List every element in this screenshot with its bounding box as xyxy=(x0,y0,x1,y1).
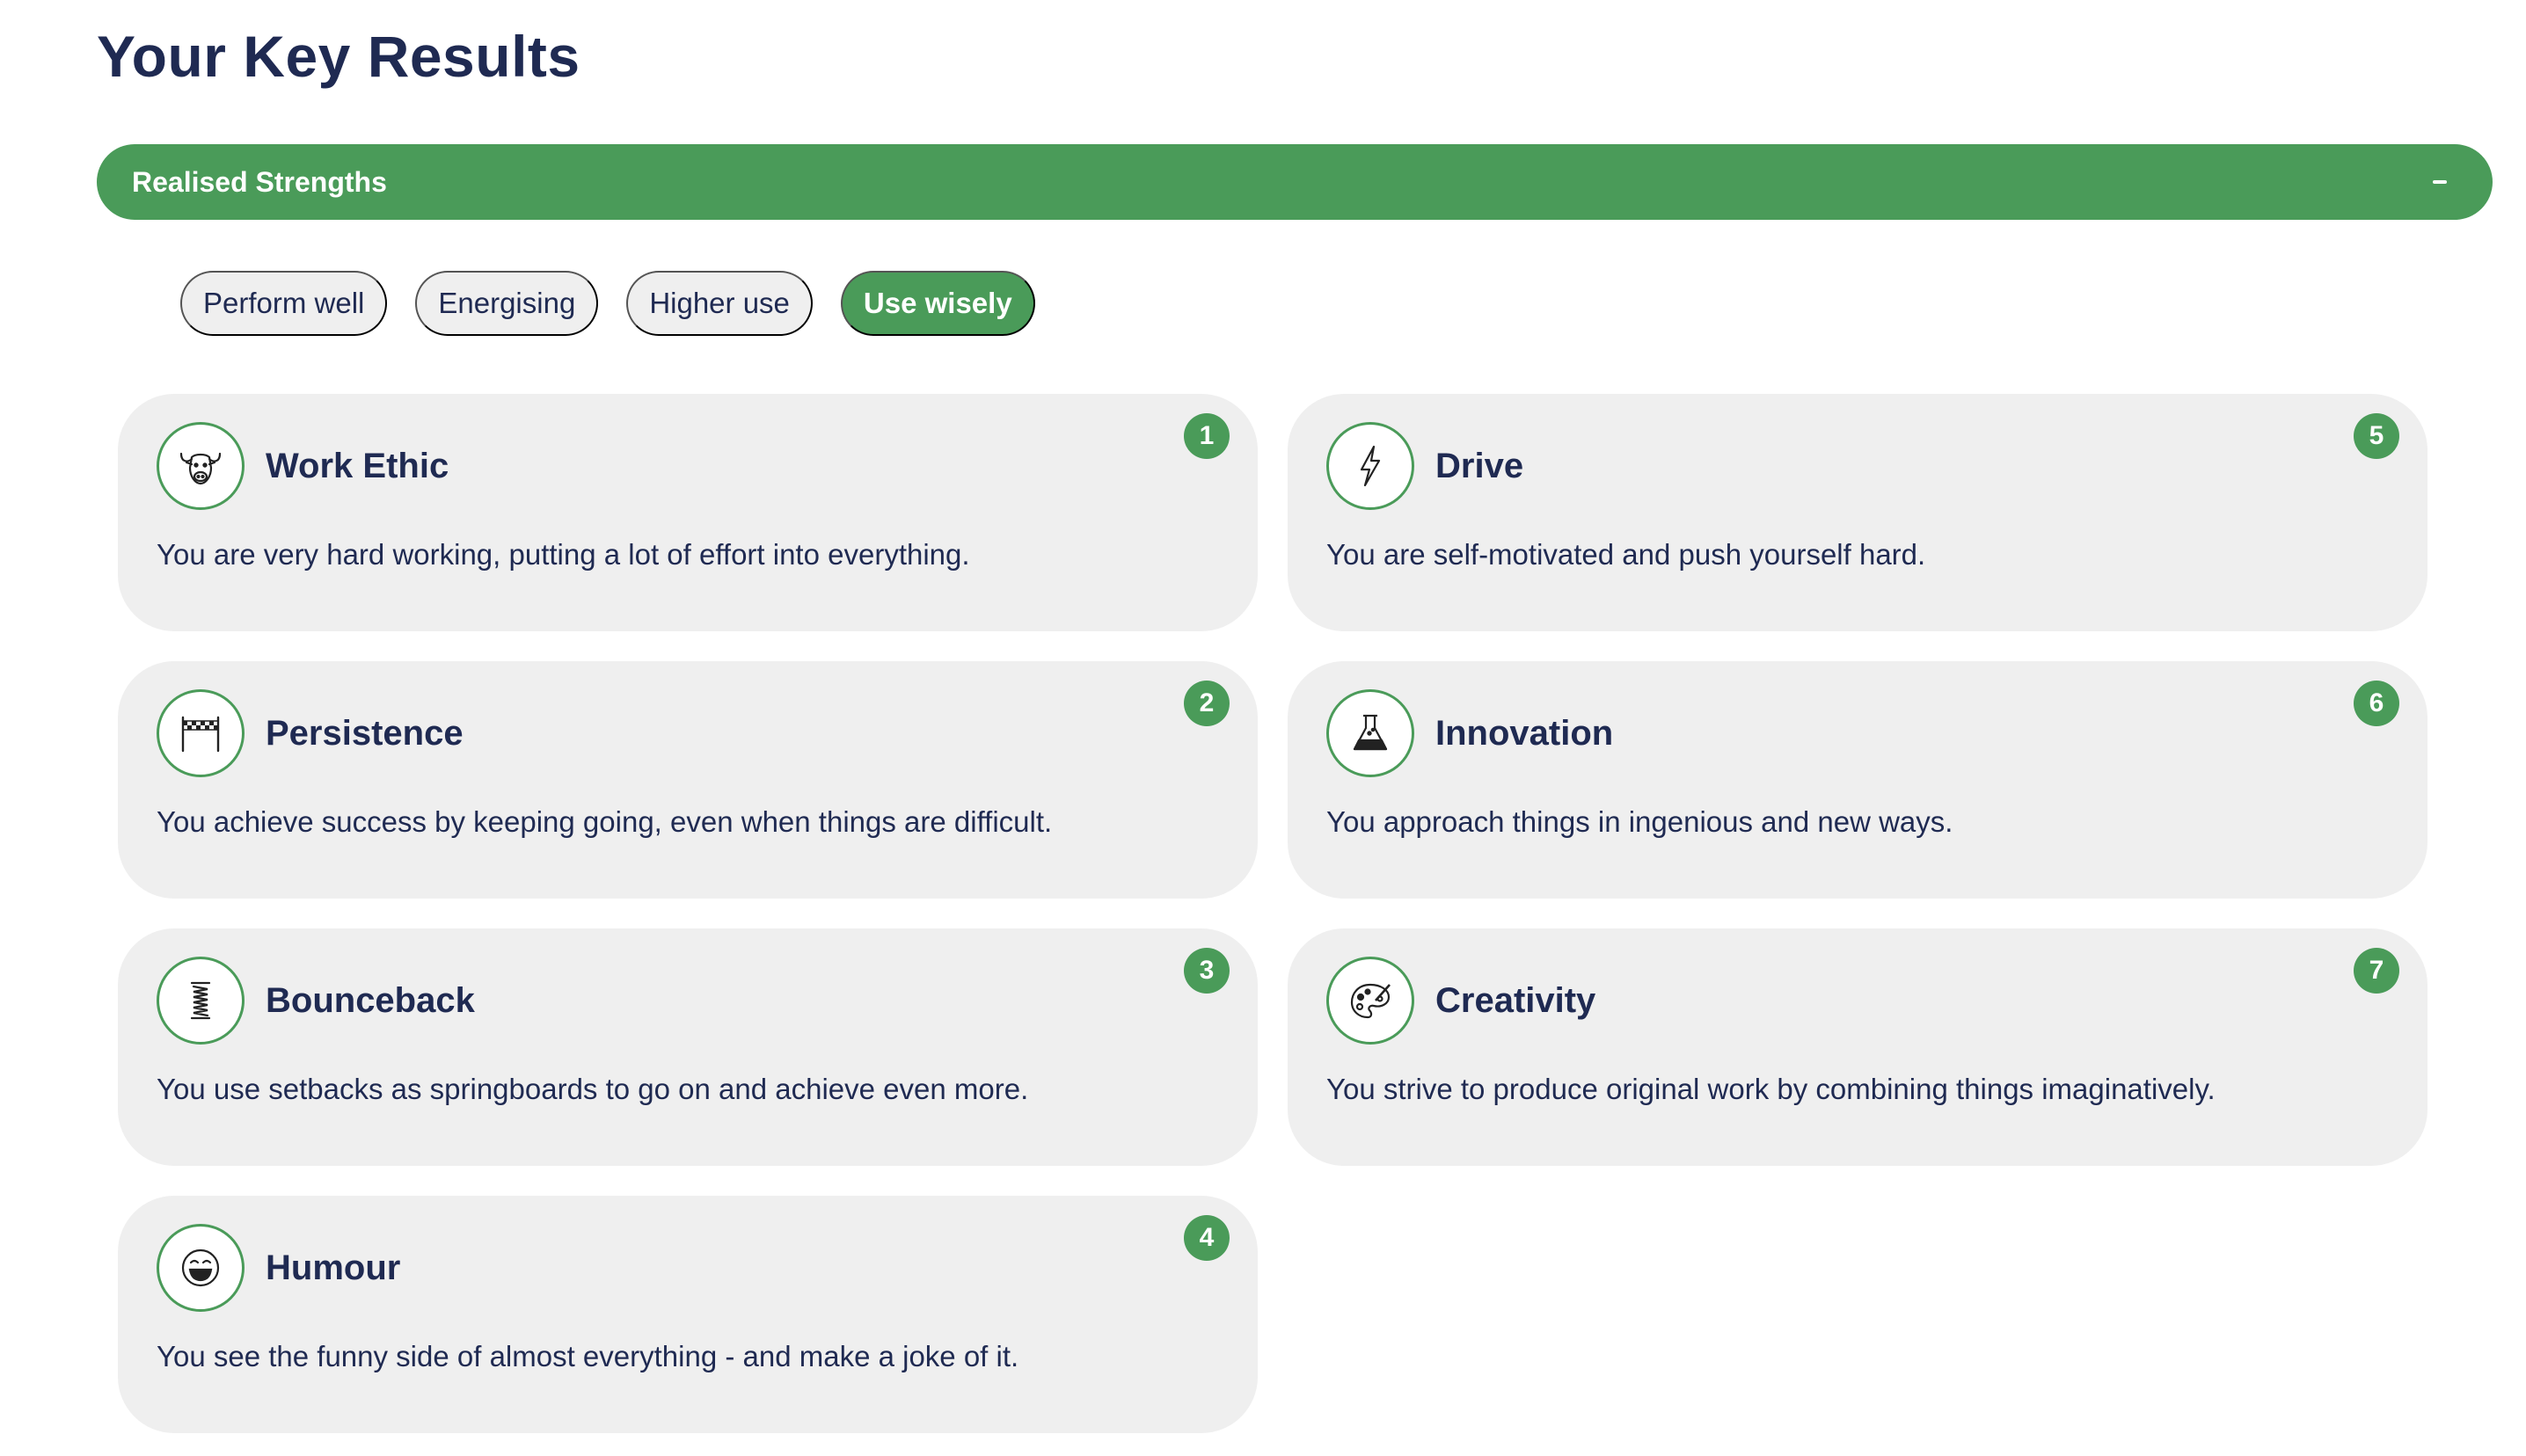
strength-card-humour[interactable]: Humour You see the funny side of almost … xyxy=(118,1196,1258,1433)
strength-title: Creativity xyxy=(1435,980,1596,1020)
strength-card-drive[interactable]: Drive You are self-motivated and push yo… xyxy=(1288,394,2427,631)
palette-icon xyxy=(1326,957,1414,1045)
rank-badge: 2 xyxy=(1184,681,1230,726)
rank-badge: 1 xyxy=(1184,413,1230,459)
strength-description: You use setbacks as springboards to go o… xyxy=(157,1073,1029,1105)
minus-icon[interactable] xyxy=(2422,164,2457,200)
filter-higher-use[interactable]: Higher use xyxy=(626,271,813,336)
filter-perform-well[interactable]: Perform well xyxy=(180,271,388,336)
strength-title: Bounceback xyxy=(266,980,475,1020)
strength-title: Innovation xyxy=(1435,713,1614,753)
rank-badge: 5 xyxy=(2354,413,2399,459)
strength-card-persistence[interactable]: Persistence You achieve success by keepi… xyxy=(118,661,1258,899)
rank-badge: 4 xyxy=(1184,1215,1230,1261)
page-title: Your Key Results xyxy=(97,24,580,89)
filter-use-wisely[interactable]: Use wisely xyxy=(840,271,1035,336)
strength-title: Drive xyxy=(1435,446,1524,485)
realised-strengths-section-header[interactable]: Realised Strengths xyxy=(97,144,2493,220)
strength-description: You are self-motivated and push yourself… xyxy=(1326,538,1926,571)
laughing-face-icon xyxy=(157,1224,245,1312)
strength-title: Humour xyxy=(266,1248,401,1287)
filter-chips: Perform well Energising Higher use Use w… xyxy=(180,271,1035,336)
rank-badge: 3 xyxy=(1184,948,1230,994)
strength-card-bounceback[interactable]: Bounceback You use setbacks as springboa… xyxy=(118,928,1258,1166)
section-title: Realised Strengths xyxy=(132,165,387,198)
strength-card-creativity[interactable]: Creativity You strive to produce origina… xyxy=(1288,928,2427,1166)
key-results-page: Your Key Results Realised Strengths Perf… xyxy=(0,0,2526,1456)
rank-badge: 6 xyxy=(2354,681,2399,726)
finish-line-icon xyxy=(157,689,245,777)
strength-description: You are very hard working, putting a lot… xyxy=(157,538,970,571)
rank-badge: 7 xyxy=(2354,948,2399,994)
strength-description: You achieve success by keeping going, ev… xyxy=(157,805,1053,838)
filter-energising[interactable]: Energising xyxy=(415,271,599,336)
strength-description: You approach things in ingenious and new… xyxy=(1326,805,1953,838)
strength-title: Work Ethic xyxy=(266,446,449,485)
strength-card-work-ethic[interactable]: Work Ethic You are very hard working, pu… xyxy=(118,394,1258,631)
strength-description: You see the funny side of almost everyth… xyxy=(157,1340,1019,1372)
spring-icon xyxy=(157,957,245,1045)
lightning-icon xyxy=(1326,422,1414,510)
ox-icon xyxy=(157,422,245,510)
strength-title: Persistence xyxy=(266,713,464,753)
flask-icon xyxy=(1326,689,1414,777)
strength-description: You strive to produce original work by c… xyxy=(1326,1073,2216,1105)
strengths-grid: Work Ethic You are very hard working, pu… xyxy=(118,394,2427,1433)
strength-card-innovation[interactable]: Innovation You approach things in ingeni… xyxy=(1288,661,2427,899)
